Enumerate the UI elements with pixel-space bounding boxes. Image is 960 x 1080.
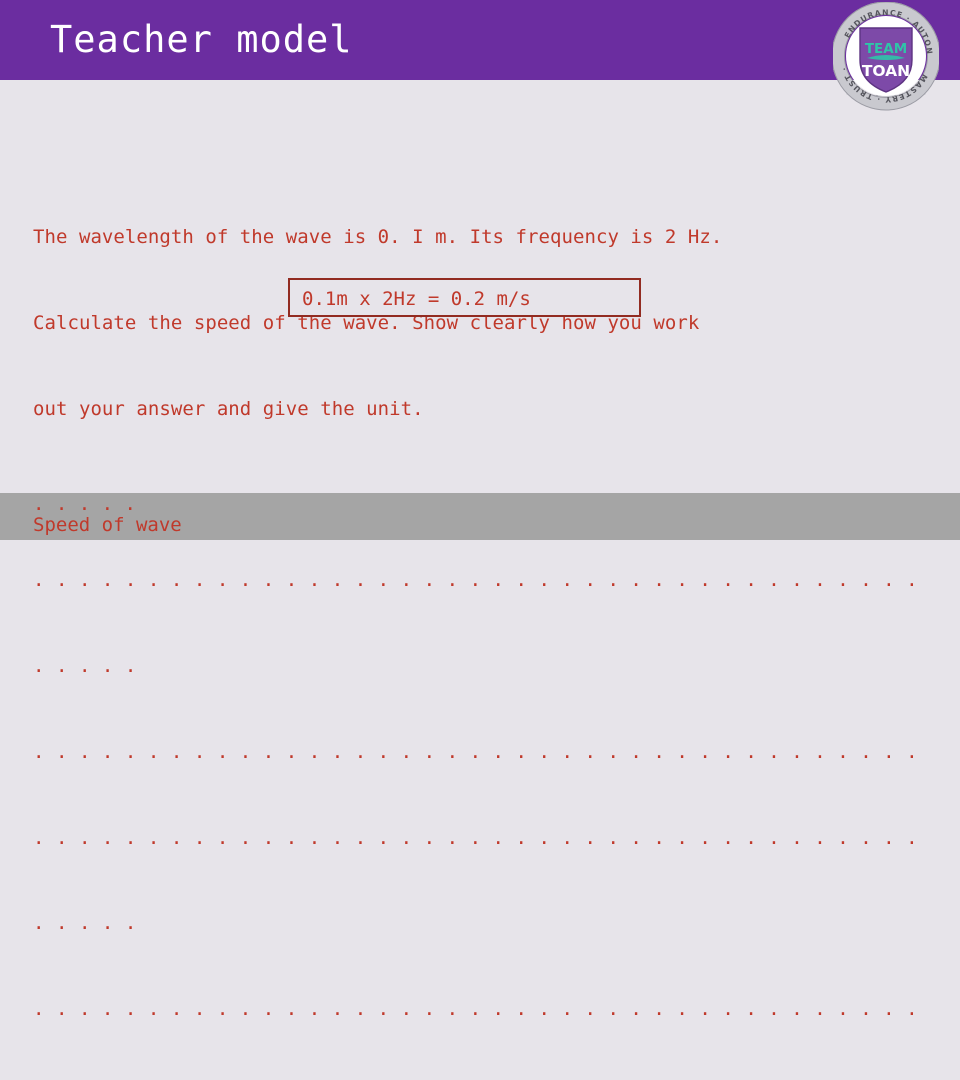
footer-label: Speed of wave <box>33 514 182 536</box>
crest-svg: ENDURANCE · AUTONOMY MASTERY · TRUST · T… <box>829 0 941 111</box>
page-title: Teacher model <box>50 18 353 61</box>
crest-team-text: TEAM <box>865 41 907 57</box>
answer-dotted-line-6: . . . . . <box>33 912 137 935</box>
footer-band: . . . . . Speed of wave <box>0 493 960 540</box>
answer-box: 0.1m x 2Hz = 0.2 m/s <box>288 278 641 317</box>
header-banner: Teacher model <box>0 0 960 80</box>
slide: Teacher model ENDURANCE · AUTON MASTERY … <box>0 0 960 1020</box>
answer-dotted-line-7: . . . . . . . . . . . . . . . . . . . . … <box>33 998 933 1021</box>
team-toan-logo: ENDURANCE · AUTONOMY MASTERY · TRUST · T… <box>829 0 941 112</box>
question-line-3: out your answer and give the unit. <box>33 397 424 420</box>
question-line-1: The wavelength of the wave is 0. I m. It… <box>33 226 723 249</box>
answer-dotted-line-5: . . . . . . . . . . . . . . . . . . . . … <box>33 826 933 849</box>
answer-dotted-line-4: . . . . . . . . . . . . . . . . . . . . … <box>33 740 933 763</box>
crest-toan-text: TOAN <box>862 62 910 80</box>
answer-box-text: 0.1m x 2Hz = 0.2 m/s <box>302 288 531 310</box>
answer-dotted-line-3: . . . . . <box>33 655 137 678</box>
answer-dotted-line-2: . . . . . . . . . . . . . . . . . . . . … <box>33 569 933 592</box>
